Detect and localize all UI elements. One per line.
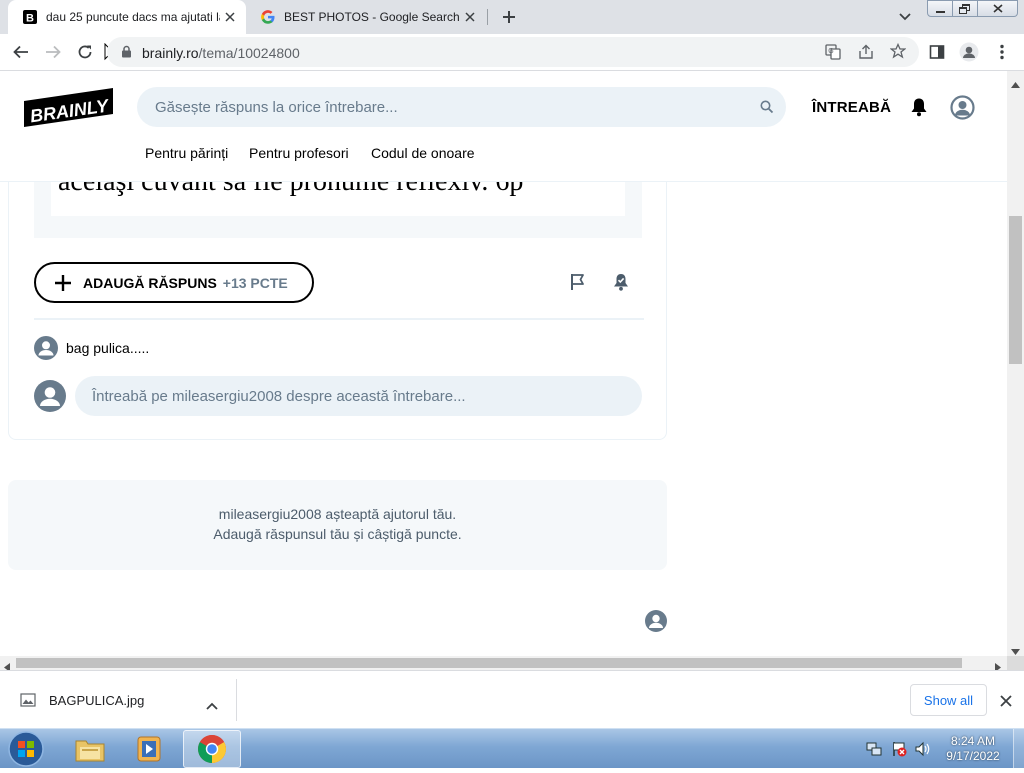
profile-icon[interactable] xyxy=(955,38,983,66)
close-download-bar-icon[interactable] xyxy=(1000,694,1012,712)
chrome-taskbar-icon[interactable] xyxy=(183,730,241,768)
horizontal-scrollbar[interactable] xyxy=(0,656,1007,672)
question-content: acelaşi cuvant sa fie pronume reflexiv. … xyxy=(51,182,625,216)
brainly-logo[interactable]: BRAINLY xyxy=(24,88,116,133)
bell-icon[interactable] xyxy=(910,97,928,122)
comment-input[interactable]: Întreabă pe mileasergiu2008 despre aceas… xyxy=(75,376,642,416)
question-text: acelaşi cuvant sa fie pronume reflexiv. … xyxy=(58,182,523,198)
waiting-banner: mileasergiu2008 așteaptă ajutorul tău. A… xyxy=(8,480,667,570)
translate-icon[interactable]: G xyxy=(825,44,841,65)
bookmark-star-icon[interactable] xyxy=(889,42,907,64)
waiting-line-1: mileasergiu2008 așteaptă ajutorul tău. xyxy=(218,506,457,522)
tab-strip: B dau 25 puncute dacs ma ajutati la BEST… xyxy=(0,0,1024,34)
page-content: acelaşi cuvant sa fie pronume reflexiv. … xyxy=(0,182,1007,656)
search-placeholder: Găsește răspuns la orice întrebare... xyxy=(155,99,398,116)
close-tab-icon[interactable] xyxy=(460,7,480,27)
tab-separator xyxy=(487,9,488,25)
tab-title: BEST PHOTOS - Google Search xyxy=(284,10,460,24)
clock-time: 8:24 AM xyxy=(950,734,996,748)
share-icon[interactable] xyxy=(858,44,874,65)
scroll-up-arrow-icon[interactable] xyxy=(1011,75,1020,93)
clock-date: 9/17/2022 xyxy=(946,749,1000,763)
nav-honor-code[interactable]: Codul de onoare xyxy=(371,145,475,161)
avatar[interactable] xyxy=(950,95,975,125)
floating-avatar-icon[interactable] xyxy=(645,610,667,632)
back-button[interactable] xyxy=(7,38,35,66)
browser-toolbar: brainly.ro/tema/10024800 G xyxy=(0,34,1024,71)
show-all-button[interactable]: Show all xyxy=(910,684,987,716)
lock-icon[interactable] xyxy=(121,45,132,63)
vertical-scroll-thumb[interactable] xyxy=(1009,216,1022,364)
reload-button[interactable] xyxy=(71,38,99,66)
nav-teachers[interactable]: Pentru profesori xyxy=(249,145,349,161)
tab-brainly[interactable]: B dau 25 puncute dacs ma ajutati la xyxy=(8,0,246,34)
forward-button[interactable] xyxy=(39,38,67,66)
address-bar[interactable]: brainly.ro/tema/10024800 G xyxy=(107,37,919,67)
svg-text:G: G xyxy=(828,48,833,55)
add-answer-label: ADAUGĂ RĂSPUNS xyxy=(83,274,217,291)
close-window-icon[interactable] xyxy=(978,0,1018,17)
explorer-taskbar-icon[interactable] xyxy=(61,730,119,768)
add-answer-button[interactable]: ADAUGĂ RĂSPUNS +13 PCTE xyxy=(34,262,314,303)
download-filename[interactable]: BAGPULICA.jpg xyxy=(49,693,144,708)
download-separator xyxy=(236,679,237,721)
plus-icon xyxy=(54,274,72,292)
scrollbar-corner xyxy=(1007,656,1024,670)
commenter-avatar[interactable] xyxy=(34,336,58,360)
system-clock[interactable]: 8:24 AM 9/17/2022 xyxy=(940,734,1006,764)
google-g-icon xyxy=(260,9,276,25)
question-card: acelaşi cuvant sa fie pronume reflexiv. … xyxy=(8,182,667,440)
download-bar: BAGPULICA.jpg Show all xyxy=(0,670,1024,728)
site-header: BRAINLY Găsește răspuns la orice întreba… xyxy=(0,71,1007,182)
chevron-up-icon[interactable] xyxy=(206,697,218,715)
answer-points: +13 PCTE xyxy=(222,274,288,291)
chrome-menu-icon[interactable] xyxy=(988,38,1016,66)
comment-text: bag pulica..... xyxy=(66,340,150,356)
start-button[interactable] xyxy=(6,730,46,773)
url-host: brainly.ro xyxy=(142,45,199,61)
tab-google[interactable]: BEST PHOTOS - Google Search xyxy=(246,0,486,34)
tab-title: dau 25 puncute dacs ma ajutati la xyxy=(46,10,220,24)
vertical-scrollbar[interactable] xyxy=(1007,71,1024,656)
nav-parents[interactable]: Pentru părinți xyxy=(145,145,228,161)
brainly-b-icon: B xyxy=(22,9,38,25)
question-box: acelaşi cuvant sa fie pronume reflexiv. … xyxy=(34,182,642,238)
search-input[interactable]: Găsește răspuns la orice întrebare... xyxy=(137,87,786,127)
user-avatar xyxy=(34,380,66,412)
windows-taskbar: 8:24 AM 9/17/2022 xyxy=(0,728,1024,769)
divider xyxy=(34,318,644,320)
tab-search-chevron-icon[interactable] xyxy=(895,8,915,26)
flag-icon[interactable] xyxy=(570,273,586,291)
new-tab-icon[interactable] xyxy=(498,7,520,27)
horizontal-scroll-thumb[interactable] xyxy=(16,658,962,668)
network-tray-icon[interactable] xyxy=(866,741,882,762)
image-file-icon xyxy=(20,692,36,713)
page-viewport: BRAINLY Găsește răspuns la orice întreba… xyxy=(0,71,1007,656)
volume-tray-icon[interactable] xyxy=(915,741,931,762)
url-path: /tema/10024800 xyxy=(198,45,300,61)
search-icon[interactable] xyxy=(760,100,774,119)
restore-window-icon[interactable] xyxy=(953,0,978,17)
comment-input-placeholder: Întreabă pe mileasergiu2008 despre aceas… xyxy=(92,388,466,405)
media-player-taskbar-icon[interactable] xyxy=(121,730,179,768)
side-panel-icon[interactable] xyxy=(923,38,951,66)
svg-text:B: B xyxy=(26,13,34,25)
waiting-line-2: Adaugă răspunsul tău și câștigă puncte. xyxy=(213,526,462,542)
show-desktop-button[interactable] xyxy=(1013,729,1024,769)
action-center-tray-icon[interactable] xyxy=(891,741,907,762)
minimize-window-icon[interactable] xyxy=(927,0,953,17)
ask-question-button[interactable]: ÎNTREABĂ xyxy=(812,99,891,116)
close-tab-icon[interactable] xyxy=(220,7,240,27)
follow-bell-icon[interactable] xyxy=(612,272,630,292)
